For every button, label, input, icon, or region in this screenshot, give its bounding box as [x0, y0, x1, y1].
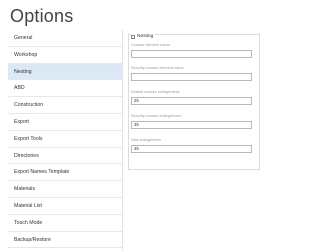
security-contour-enlargement-input[interactable]: 35 [131, 121, 252, 129]
saw-enlargement-input[interactable]: 45 [131, 145, 252, 153]
sidebar-item-materials[interactable]: Materials [8, 181, 122, 198]
sidebar-item-export-names-template[interactable]: Export Names Template [8, 164, 122, 182]
security-contour-element-name-label: Security contour element name: [131, 66, 185, 70]
sidebar-item-construction[interactable]: Construction [8, 97, 122, 114]
default-contour-enlargement-label: Default contour enlargement: [131, 90, 180, 94]
sidebar-divider [122, 30, 123, 251]
nesting-group-label: Nesting [137, 34, 154, 39]
sidebar-item-touch-mode[interactable]: Touch Mode [8, 215, 122, 232]
sidebar-item-export-tools[interactable]: Export Tools [8, 131, 122, 148]
sidebar-item-directories[interactable]: Directories [8, 148, 122, 165]
saw-enlargement-label: Saw enlargement: [131, 138, 162, 142]
sidebar-item-abd[interactable]: ABD [8, 80, 122, 98]
nesting-checkbox[interactable] [131, 34, 135, 39]
sidebar-item-general[interactable]: General [8, 30, 122, 47]
contour-element-name-input[interactable] [131, 50, 252, 58]
sidebar-item-nesting[interactable]: Nesting [8, 63, 122, 81]
options-sidebar: General Workshop Nesting ABD Constructio… [8, 30, 122, 251]
sidebar-item-material-list[interactable]: Material List [8, 198, 122, 215]
window-title: Options [10, 6, 74, 26]
sidebar-item-workshop[interactable]: Workshop [8, 47, 122, 64]
nesting-group-header: Nesting [131, 34, 156, 39]
security-contour-enlargement-label: Security contour enlargement: [131, 114, 182, 118]
security-contour-element-name-input[interactable] [131, 73, 252, 81]
contour-element-name-label: Contour element name: [131, 43, 171, 47]
nesting-groupbox: Nesting Contour element name: Security c… [128, 34, 260, 170]
default-contour-enlargement-input[interactable]: 25 [131, 97, 252, 105]
sidebar-item-export[interactable]: Export [8, 114, 122, 131]
sidebar-item-backup-restore[interactable]: Backup/Restore [8, 232, 122, 249]
